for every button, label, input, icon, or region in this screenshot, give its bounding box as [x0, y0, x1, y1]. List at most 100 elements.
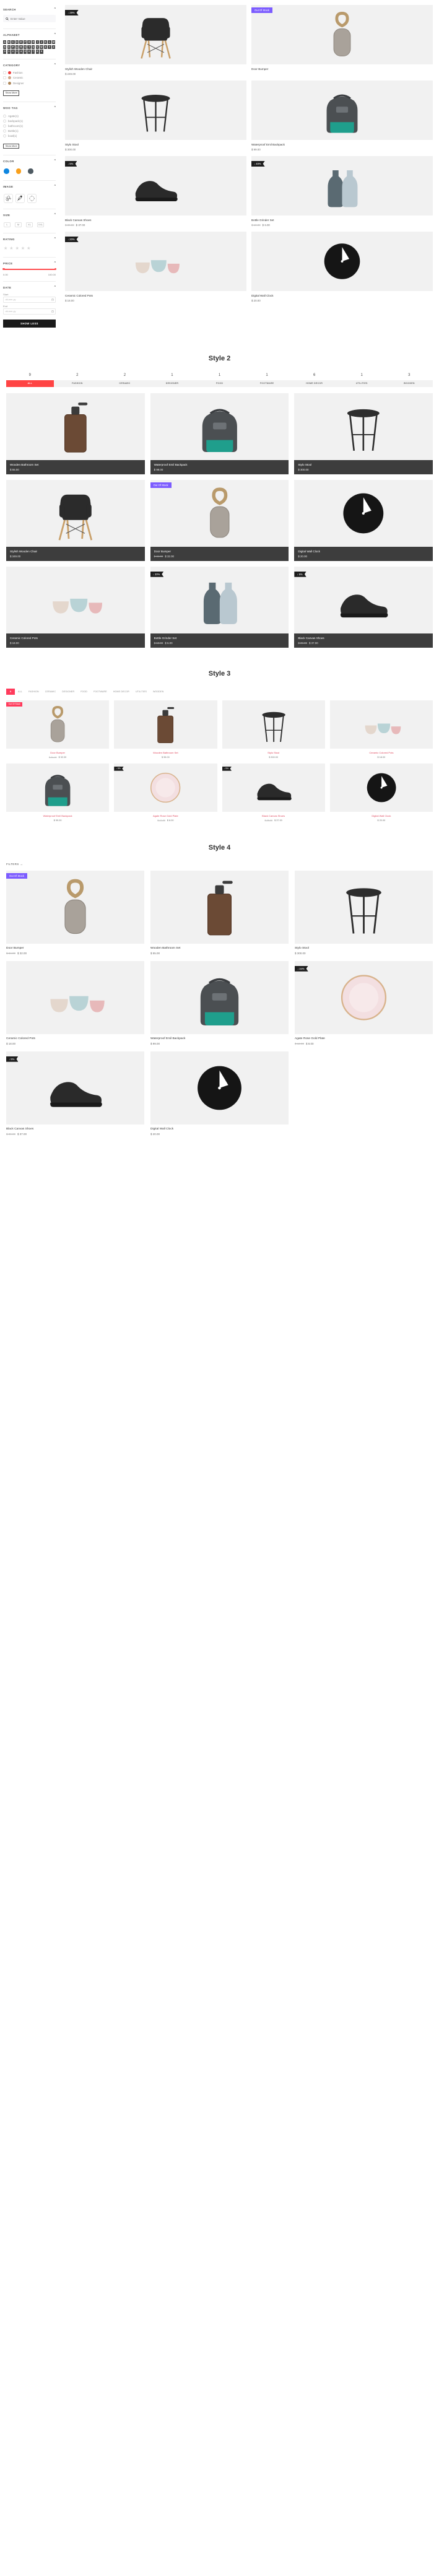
filter-tab[interactable]: UTILITIES	[133, 689, 150, 695]
product-card[interactable]: Ceramic Colored Pots $ 18.00	[6, 566, 145, 648]
search-header[interactable]: SEARCH ^	[3, 8, 56, 12]
product-image[interactable]	[6, 393, 145, 460]
alphabet-number-key[interactable]: 4	[19, 50, 23, 54]
alphabet-key[interactable]: R	[19, 45, 23, 49]
filter-tab[interactable]: WOODEN	[150, 689, 167, 695]
product-name[interactable]: Waterproof Emil Backpack	[154, 463, 285, 466]
product-image[interactable]	[6, 566, 145, 633]
rating-star-row[interactable]: ★ ★ ★ ★ ★	[3, 245, 56, 252]
alphabet-key[interactable]: B	[7, 40, 11, 45]
balloons-icon[interactable]	[4, 193, 13, 203]
product-name[interactable]: Stylo Stool	[65, 143, 246, 146]
star-icon[interactable]: ★	[4, 246, 7, 251]
product-image[interactable]	[65, 80, 246, 140]
rating-header[interactable]: RATING ^	[3, 237, 56, 241]
checkbox-icon[interactable]	[3, 76, 6, 80]
product-image[interactable]: ↓ 20%	[150, 566, 289, 633]
product-name[interactable]: Digital Wall Clock	[330, 814, 433, 817]
product-card[interactable]: Ceramic Colored Pots $ 18.00	[329, 700, 433, 759]
alphabet-key[interactable]: F	[23, 40, 27, 45]
filter-tab[interactable]: DESIGNER	[59, 689, 77, 695]
alphabet-key[interactable]: K	[43, 40, 48, 45]
product-image[interactable]	[150, 870, 289, 944]
chevron-up-icon[interactable]: ^	[54, 160, 56, 163]
product-image[interactable]	[114, 700, 217, 749]
chevron-up-icon[interactable]: ^	[54, 107, 56, 110]
product-card[interactable]: ↓ 5% Black Canvas Shoes $ 39.00 $ 37.00	[222, 763, 325, 822]
alphabet-key[interactable]: V	[35, 45, 40, 49]
style4-filters-button[interactable]: FILTERS →	[6, 863, 433, 866]
star-icon[interactable]: ★	[15, 246, 19, 251]
product-image[interactable]	[222, 700, 325, 749]
product-name[interactable]: Wooden Bathroom Set	[10, 463, 141, 466]
checkbox-icon[interactable]	[3, 81, 6, 85]
product-name[interactable]: Digital Wall Clock	[298, 550, 429, 553]
product-card[interactable]: ↓ 20% Bottle Grinder Set $ 10.00 $ 6.00	[150, 566, 289, 648]
style2-tab-row[interactable]: ALL FASHION CERAMIC DESIGNER FOOD FOOTWARE HOM…	[6, 380, 433, 387]
product-name[interactable]: Door Bumper	[251, 67, 433, 71]
feather-icon[interactable]	[15, 193, 25, 203]
color-swatch[interactable]	[28, 168, 33, 174]
product-name[interactable]: Stylo Stool	[222, 751, 325, 754]
woo-tag-option[interactable]: Bottle(1)	[3, 129, 56, 134]
product-name[interactable]: Waterproof Emil Backpack	[150, 1037, 289, 1040]
style3-tab-row[interactable]: 9 ALL FASHION CERAMIC DESIGNER FOOD FOOTWARE HO…	[6, 688, 433, 695]
size-option[interactable]: M	[15, 222, 22, 227]
chevron-up-icon[interactable]: ^	[54, 33, 56, 37]
filter-tab[interactable]: FOOTWARE	[90, 689, 110, 695]
price-slider-max-handle[interactable]	[54, 268, 56, 271]
chevron-up-icon[interactable]: ^	[54, 8, 56, 11]
product-card[interactable]: Wooden Bathroom Set $ 55.00	[6, 393, 145, 474]
product-card[interactable]: Ceramic Colored Pots $ 18.00	[6, 960, 144, 1045]
product-card[interactable]: Waterproof Emil Backpack $ 99.00	[6, 763, 110, 822]
date-end-input[interactable]: dd-mm-yy	[3, 308, 56, 315]
product-card[interactable]: ↓ 5% Agate Rose Gold Plate $ 12.00 $ 8.00	[114, 763, 217, 822]
product-card[interactable]: Stylo Stool $ 300.00	[222, 700, 325, 759]
product-card[interactable]: Stylish Wooden Chair $ 349.00	[6, 479, 145, 561]
category-option[interactable]: Ceramic	[3, 76, 56, 80]
product-card[interactable]: ↓ 20% Ceramic Colored Pots $ 18.00	[65, 232, 246, 302]
product-name[interactable]: Ceramic Colored Pots	[10, 637, 141, 640]
product-image[interactable]	[6, 960, 144, 1034]
date-header[interactable]: DATE ^	[3, 285, 56, 289]
radio-icon[interactable]	[3, 134, 6, 138]
product-name[interactable]: Black Canvas Shoes	[6, 1128, 144, 1131]
alphabet-key[interactable]: X	[43, 45, 48, 49]
product-card[interactable]: ↓ 40% Bottle Grinder Set $ 10.00 $ 6.00	[251, 156, 433, 227]
product-name[interactable]: Black Canvas Shoes	[222, 814, 325, 817]
alphabet-key[interactable]: I	[35, 40, 40, 45]
filter-tab[interactable]: HOME DECOR	[290, 380, 338, 387]
alphabet-number-key[interactable]: 6	[27, 50, 31, 54]
product-card[interactable]: Digital Wall Clock $ 20.00	[329, 763, 433, 822]
chevron-up-icon[interactable]: ^	[54, 63, 56, 67]
filter-tab[interactable]: DESIGNER	[148, 380, 196, 387]
alphabet-number-key[interactable]: 3	[15, 50, 19, 54]
product-image[interactable]	[251, 80, 433, 140]
product-card[interactable]: Out Of Stock Door Bumper	[251, 5, 433, 76]
price-slider-min-handle[interactable]	[2, 268, 5, 271]
alphabet-key[interactable]: M	[51, 40, 56, 45]
alphabet-key[interactable]: J	[40, 40, 43, 45]
product-card[interactable]: Out Of Stock Door Bumper $ 34.00 $ 32.00	[150, 479, 289, 561]
category-option[interactable]: Designer	[3, 80, 56, 85]
product-name[interactable]: Ceramic Colored Pots	[330, 751, 433, 754]
product-name[interactable]: Stylish Wooden Chair	[10, 550, 141, 553]
alphabet-number-key[interactable]: 0	[3, 50, 7, 54]
search-box[interactable]	[3, 15, 56, 22]
product-name[interactable]: Agate Rose Gold Plate	[295, 1037, 433, 1040]
alphabet-key[interactable]: Y	[48, 45, 51, 49]
product-image[interactable]: ↓ 5%	[294, 566, 433, 633]
product-name[interactable]: Ceramic Colored Pots	[6, 1037, 144, 1040]
product-image[interactable]: ↓ 5%	[6, 1051, 144, 1125]
filter-tab[interactable]: FOOTWARE	[243, 380, 291, 387]
alphabet-number-key[interactable]: 8	[35, 50, 40, 54]
filter-tab[interactable]: FASHION	[53, 380, 102, 387]
product-name[interactable]: Black Canvas Shoes	[65, 219, 246, 222]
search-input[interactable]	[11, 17, 53, 20]
woo-tag-option[interactable]: backpack(1)	[3, 118, 56, 123]
woo-tag-option[interactable]: Agate(1)	[3, 113, 56, 118]
product-card[interactable]: Out Of Stock Door Bumper $ 34.00 $ 32.00	[6, 700, 110, 759]
product-image[interactable]	[6, 763, 110, 812]
product-image[interactable]	[295, 870, 433, 944]
product-name[interactable]: Agate Rose Gold Plate	[114, 814, 217, 817]
